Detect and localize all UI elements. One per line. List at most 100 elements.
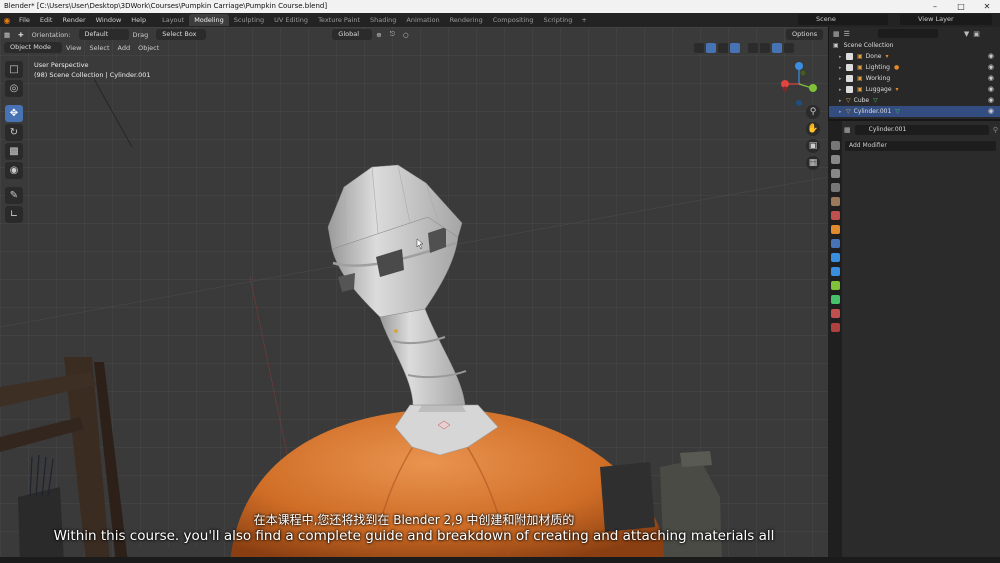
snap-icon[interactable]: ⎋: [390, 30, 395, 39]
transform-tool-icon[interactable]: ◉: [5, 162, 23, 179]
tool-tab-icon[interactable]: [830, 141, 840, 150]
menu-render[interactable]: Render: [57, 16, 90, 24]
options-dropdown[interactable]: Options: [786, 29, 824, 40]
menu-file[interactable]: File: [14, 16, 35, 24]
menu-window[interactable]: Window: [91, 16, 127, 24]
menu-view[interactable]: View: [66, 44, 81, 52]
outliner-item-working[interactable]: ▸ ▣ Working ◉: [829, 73, 1000, 84]
gizmo-toggle-icon[interactable]: [706, 42, 716, 53]
eye-icon[interactable]: ◉: [988, 51, 994, 62]
menu-help[interactable]: Help: [126, 16, 151, 24]
measure-tool-icon[interactable]: ∟: [5, 206, 23, 223]
particles-tab-icon[interactable]: [830, 253, 840, 262]
visibility-icon[interactable]: [694, 42, 704, 53]
eye-icon[interactable]: ◉: [988, 84, 994, 95]
new-collection-icon[interactable]: ▣: [973, 30, 980, 38]
material-shading-icon[interactable]: [772, 42, 782, 53]
physics-tab-icon[interactable]: [830, 267, 840, 276]
render-tab-icon[interactable]: [830, 155, 840, 164]
outliner-item-done[interactable]: ▸ ▣ Done ▾ ◉: [829, 51, 1000, 62]
drag-dropdown[interactable]: Select Box: [156, 29, 207, 40]
menu-add[interactable]: Add: [118, 44, 131, 52]
maximize-icon[interactable]: □: [948, 0, 974, 13]
y-axis-icon[interactable]: [809, 84, 817, 92]
tab-rendering[interactable]: Rendering: [445, 14, 488, 26]
data-tab-icon[interactable]: [830, 295, 840, 304]
outliner-scene-collection[interactable]: ▣ Scene Collection: [829, 40, 1000, 51]
navigation-gizmo[interactable]: [772, 59, 826, 129]
outliner-item-cube[interactable]: ▸ ▽ Cube ▽ ◉: [829, 95, 1000, 106]
scale-tool-icon[interactable]: ▩: [5, 143, 23, 160]
select-box-tool-icon[interactable]: □: [5, 61, 23, 78]
view-layer-selector[interactable]: View Layer: [900, 14, 992, 25]
modifier-tab-icon[interactable]: [830, 239, 840, 248]
outliner-item-lighting[interactable]: ▸ ▣ Lighting ● ◉: [829, 62, 1000, 73]
menu-edit[interactable]: Edit: [35, 16, 58, 24]
outliner-item-luggage[interactable]: ▸ ▣ Luggage ▾ ◉: [829, 84, 1000, 95]
3d-viewport[interactable]: ▦ ✚ Orientation: Default Drag Select Box…: [0, 27, 828, 563]
add-workspace-icon[interactable]: +: [577, 16, 590, 24]
blender-logo-icon[interactable]: ◉: [0, 16, 14, 25]
expand-icon[interactable]: ▸: [839, 107, 846, 118]
editor-type-icon[interactable]: ▦: [844, 126, 851, 134]
overlays-icon[interactable]: [718, 42, 728, 53]
grid-view-icon[interactable]: ▦: [806, 156, 820, 170]
object-name-field[interactable]: Cylinder.001: [854, 125, 989, 135]
move-tool-icon[interactable]: ✥: [5, 105, 23, 122]
eye-icon[interactable]: ◉: [988, 106, 994, 117]
material-tab-icon[interactable]: [830, 309, 840, 318]
cursor-tool-icon[interactable]: ◎: [5, 80, 23, 97]
z-axis-icon[interactable]: [795, 62, 803, 70]
constraints-tab-icon[interactable]: [830, 281, 840, 290]
xray-icon[interactable]: [730, 42, 740, 53]
outliner-editor-icon[interactable]: ▦: [833, 30, 840, 38]
world-tab-icon[interactable]: [830, 211, 840, 220]
tab-scripting[interactable]: Scripting: [539, 14, 578, 26]
menu-select[interactable]: Select: [89, 44, 109, 52]
wireframe-shading-icon[interactable]: [748, 42, 758, 53]
output-tab-icon[interactable]: [830, 169, 840, 178]
pan-hand-icon[interactable]: ✋: [806, 122, 820, 136]
mode-dropdown[interactable]: Object Mode: [4, 42, 62, 53]
tab-compositing[interactable]: Compositing: [488, 14, 539, 26]
eye-icon[interactable]: ◉: [988, 62, 994, 73]
eye-icon[interactable]: ◉: [988, 73, 994, 84]
transform-tool-icon[interactable]: ✚: [18, 31, 23, 39]
tab-shading[interactable]: Shading: [365, 14, 401, 26]
filter-icon[interactable]: ▼: [964, 30, 969, 38]
orientation-dropdown[interactable]: Default: [78, 29, 129, 40]
zoom-icon[interactable]: ⚲: [806, 105, 820, 119]
proportional-edit-icon[interactable]: ○: [403, 31, 409, 39]
close-icon[interactable]: ✕: [974, 0, 1000, 13]
tab-sculpting[interactable]: Sculpting: [229, 14, 269, 26]
outliner-item-cylinder[interactable]: ▸ ▽ Cylinder.001 ▽ ◉: [829, 106, 1000, 117]
rotate-tool-icon[interactable]: ↻: [5, 124, 23, 141]
outliner-search-input[interactable]: [877, 29, 938, 38]
add-modifier-dropdown[interactable]: Add Modifier: [845, 141, 996, 151]
menu-object[interactable]: Object: [138, 44, 159, 52]
view-layer-tab-icon[interactable]: [830, 183, 840, 192]
checkbox-icon[interactable]: [846, 75, 853, 82]
minimize-icon[interactable]: –: [922, 0, 948, 13]
checkbox-icon[interactable]: [846, 64, 853, 71]
camera-icon[interactable]: ▣: [806, 139, 820, 153]
texture-tab-icon[interactable]: [830, 323, 840, 332]
pin-icon[interactable]: ⚲: [993, 126, 998, 134]
tab-modeling[interactable]: Modeling: [189, 14, 229, 26]
transform-orientation-dropdown[interactable]: Global: [332, 29, 373, 40]
checkbox-icon[interactable]: [846, 86, 853, 93]
tab-texture-paint[interactable]: Texture Paint: [313, 14, 365, 26]
tab-uv-editing[interactable]: UV Editing: [269, 14, 313, 26]
object-tab-icon[interactable]: [830, 225, 840, 234]
display-mode-icon[interactable]: ☰: [844, 30, 850, 38]
tab-animation[interactable]: Animation: [401, 14, 444, 26]
pivot-icon[interactable]: ⊕: [376, 31, 381, 39]
scene-selector[interactable]: Scene: [798, 14, 888, 25]
tab-layout[interactable]: Layout: [157, 14, 189, 26]
solid-shading-icon[interactable]: [760, 42, 770, 53]
editor-type-icon[interactable]: ▦: [4, 31, 10, 39]
scene-tab-icon[interactable]: [830, 197, 840, 206]
checkbox-icon[interactable]: [846, 53, 853, 60]
eye-icon[interactable]: ◉: [988, 95, 994, 106]
annotate-tool-icon[interactable]: ✎: [5, 187, 23, 204]
